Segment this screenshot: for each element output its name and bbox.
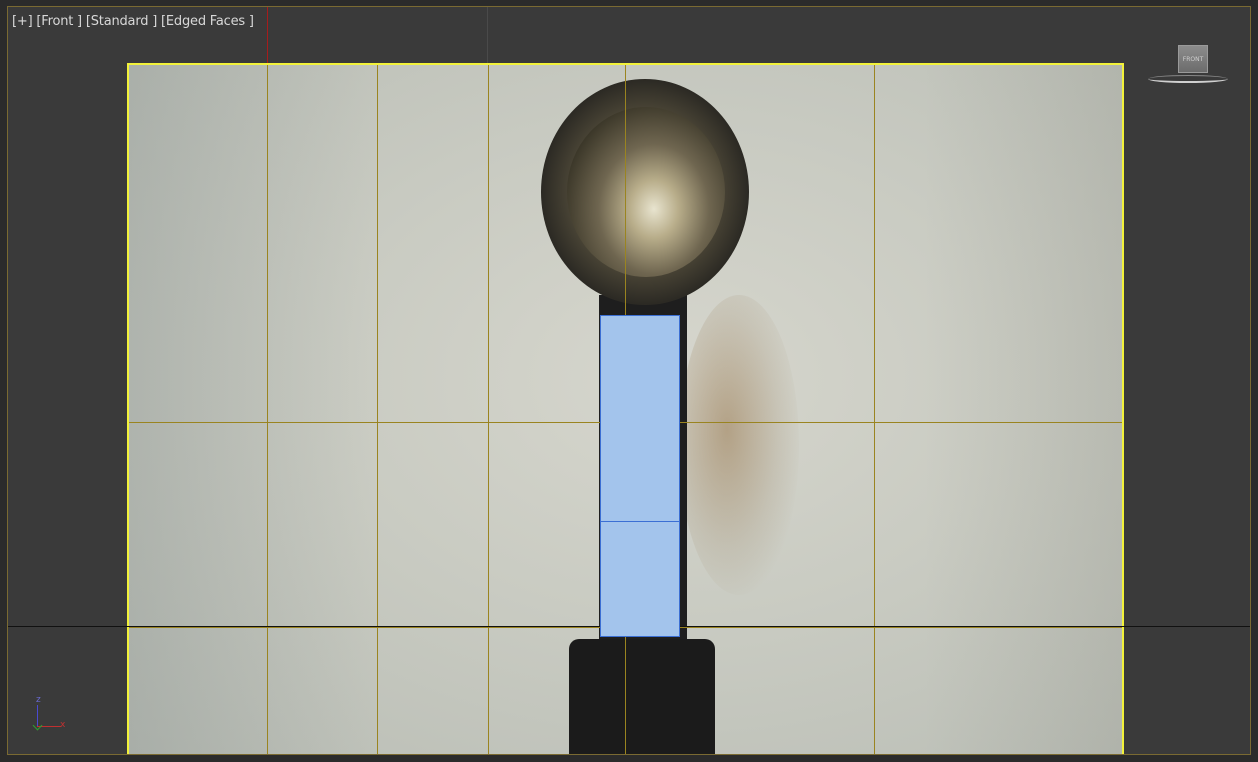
grid-line-vertical (488, 65, 489, 754)
viewcube[interactable]: FRONT (1148, 45, 1230, 85)
axis-tripod-icon: z x (32, 693, 72, 733)
viewport-view-menu[interactable]: [Front ] (36, 14, 82, 29)
viewport-display-menu[interactable]: [Edged Faces ] (161, 14, 254, 29)
grid-line-vertical (267, 65, 268, 754)
z-axis-label: z (36, 695, 41, 705)
front-viewport[interactable]: [+] [Front ] [Standard ] [Edged Faces ] … (7, 6, 1251, 755)
viewcube-front-face[interactable]: FRONT (1178, 45, 1208, 73)
lamp-shadow (679, 295, 799, 595)
viewport-plus-menu[interactable]: [+] (12, 14, 33, 29)
x-axis-label: x (60, 720, 66, 730)
grid-line-vertical (874, 65, 875, 754)
grid-line-vertical (377, 65, 378, 754)
y-axis-marker (32, 720, 43, 731)
viewport-label-menu: [+] [Front ] [Standard ] [Edged Faces ] (12, 14, 254, 29)
viewport-shading-menu[interactable]: [Standard ] (86, 14, 157, 29)
lamp-base (569, 639, 715, 754)
viewcube-compass-ring[interactable] (1148, 75, 1228, 83)
selected-box-object[interactable] (600, 315, 680, 637)
lamp-reflector (567, 107, 725, 277)
box-segment-edge (601, 521, 679, 522)
